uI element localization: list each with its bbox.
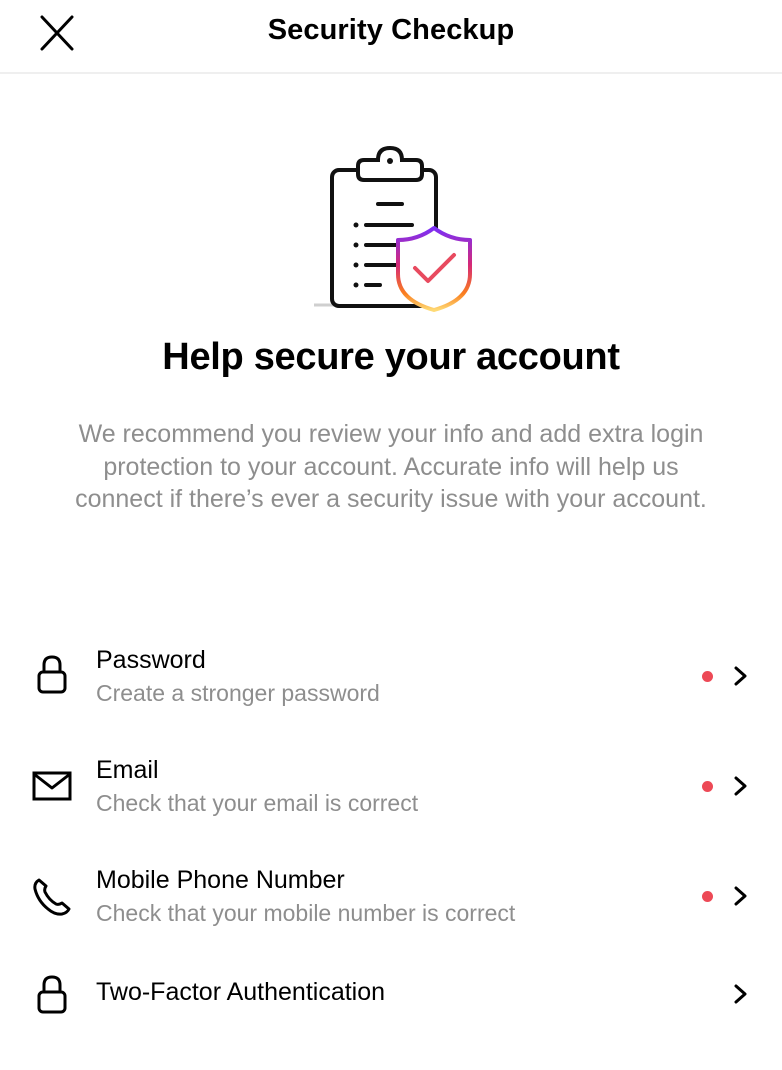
phone-icon [33,878,71,916]
list-item-password[interactable]: Password Create a stronger password [0,640,782,740]
chevron-right-icon [734,886,747,906]
lock-icon [37,975,67,1014]
list-item-email[interactable]: Email Check that your email is correct [0,750,782,850]
security-illustration [308,140,478,320]
lock-icon [37,655,67,694]
item-title: Password [96,646,206,674]
page-title: Security Checkup [267,14,515,46]
item-subtitle: Check that your email is correct [96,790,419,816]
list-item-phone[interactable]: Mobile Phone Number Check that your mobi… [0,860,782,960]
alert-dot [702,781,713,792]
alert-dot [702,671,713,682]
item-subtitle: Check that your mobile number is correct [96,900,516,926]
alert-dot [702,891,713,902]
chevron-right-icon [734,776,747,796]
description: We recommend you review your info and ad… [75,420,707,513]
shield-check-icon [396,226,472,312]
list-item-two-factor[interactable]: Two-Factor Authentication [0,970,782,1070]
header-bar: Security Checkup [0,0,782,74]
item-title: Two-Factor Authentication [96,978,386,1006]
headline: Help secure your account [162,336,620,378]
mail-icon [32,771,72,801]
item-title: Mobile Phone Number [96,866,345,894]
item-title: Email [96,756,159,784]
chevron-right-icon [734,984,747,1004]
chevron-right-icon [734,666,747,686]
item-subtitle: Create a stronger password [96,680,380,706]
